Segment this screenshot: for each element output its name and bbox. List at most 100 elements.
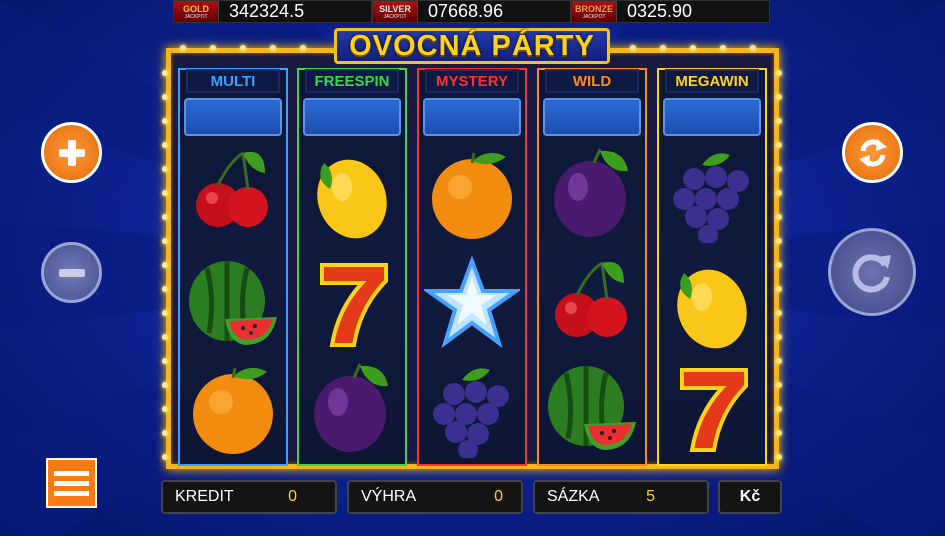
marquee-bulb [270,45,276,51]
reel-label-freespin: FREESPIN [305,69,399,93]
watermelon-icon [548,366,636,450]
menu-button[interactable] [46,458,97,508]
marquee-bulb [162,454,168,460]
marquee-bulb [776,334,782,340]
cherry-icon [555,261,627,337]
marquee-bulb [162,214,168,220]
watermelon-symbol [544,358,640,458]
marquee-bulb [776,310,782,316]
silver-jackpot-value: 07668.96 [428,1,504,21]
plus-icon [58,139,85,166]
credit-value: 0 [288,488,297,505]
marquee-bulb [300,45,306,51]
autoplay-icon [858,138,887,167]
orange-symbol [185,358,281,458]
grapes-icon [433,368,509,460]
credit-panel: KREDIT 0 [161,480,337,514]
plum-symbol [304,358,400,458]
marquee-bulb [162,118,168,124]
marquee-bulb [162,334,168,340]
seven-symbol [304,253,400,353]
marquee-bulb [162,238,168,244]
marquee-bulb [162,142,168,148]
marquee-bulb [162,262,168,268]
seven-icon [320,263,388,347]
marquee-bulb [776,118,782,124]
marquee-bulb [240,45,246,51]
bet-panel[interactable]: SÁZKA 5 [533,480,709,514]
marquee-bulb [776,94,782,100]
plum-icon [554,148,628,237]
reel-label-multi: MULTI [186,69,280,93]
marquee-bulb [776,430,782,436]
plum-icon [314,363,388,452]
reel-label-megawin: MEGAWIN [665,69,759,93]
reel-feature-box [184,98,282,136]
marquee-bulb [776,214,782,220]
marquee-bulb [776,166,782,172]
marquee-bulb [776,238,782,244]
silver-jackpot: SILVER JACKPOT 07668.96 [372,0,571,23]
marquee-bulb [162,310,168,316]
grapes-symbol [424,358,520,460]
bronze-jackpot-value: 0325.90 [627,1,693,21]
star-icon [421,255,523,349]
marquee-bulb [162,166,168,172]
orange-icon [193,367,273,454]
marquee-bulb [776,70,782,76]
marquee-bulb [776,286,782,292]
marquee-bulb [776,454,782,460]
decrease-bet-button[interactable] [41,242,102,303]
minus-icon [58,268,85,277]
spin-button[interactable] [828,228,916,316]
marquee-bulb [776,262,782,268]
marquee-bulb [162,94,168,100]
marquee-bulb [630,45,636,51]
cherry-symbol [544,253,640,353]
marquee-bulb [750,45,756,51]
grapes-icon [673,153,749,245]
orange-symbol [424,143,520,243]
jackpot-bar: GOLD JACKPOT 342324.5 SILVER JACKPOT 07668… [173,0,770,23]
marquee-bulb [776,190,782,196]
reel-label-wild: WILD [545,69,639,93]
marquee-bulb [162,430,168,436]
reel-feature-box [423,98,521,136]
plum-symbol [544,143,640,243]
orange-icon [432,152,512,239]
gold-jackpot-value: 342324.5 [229,1,305,21]
marquee-bulb [180,45,186,51]
increase-bet-button[interactable] [41,122,102,183]
marquee-bulb [776,406,782,412]
menu-icon [54,470,89,476]
marquee-bulb [162,382,168,388]
lemon-icon [677,269,747,349]
currency-button[interactable]: Kč [718,480,782,514]
marquee-bulb [162,70,168,76]
reel-label-mystery: MYSTERY [425,69,519,93]
seven-icon [680,368,748,452]
watermelon-symbol [185,253,281,353]
marquee-bulb [690,45,696,51]
bet-label: SÁZKA [547,488,600,505]
reel-feature-box [663,98,761,136]
marquee-bulb [162,406,168,412]
win-panel: VÝHRA 0 [347,480,523,514]
marquee-bulb [162,286,168,292]
reel-feature-box [303,98,401,136]
autoplay-button[interactable] [842,122,903,183]
bet-value: 5 [646,488,655,505]
credit-label: KREDIT [175,488,234,505]
cherry-symbol [185,143,281,243]
spin-icon [852,254,891,293]
win-value: 0 [494,488,503,505]
marquee-bulb [660,45,666,51]
gold-jackpot: GOLD JACKPOT 342324.5 [173,0,372,23]
marquee-bulb [720,45,726,51]
win-label: VÝHRA [361,488,417,505]
grapes-symbol [664,143,760,245]
cherry-icon [196,151,268,227]
bronze-jackpot: BRONZE JACKPOT 0325.90 [571,0,770,23]
reel-feature-box [543,98,641,136]
lemon-icon [317,159,387,239]
